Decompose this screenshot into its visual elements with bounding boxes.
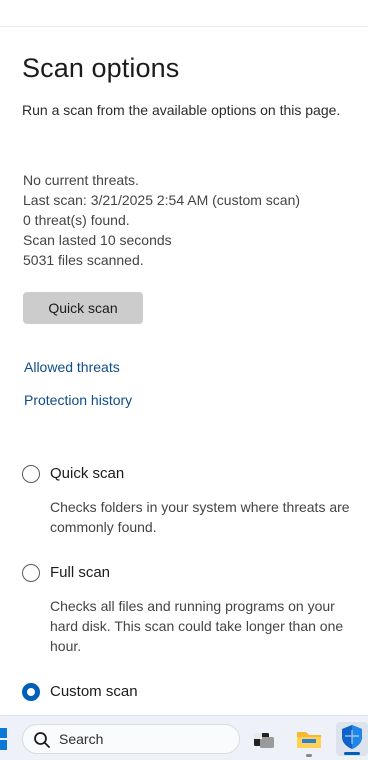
- quick-scan-description: Checks folders in your system where thre…: [50, 499, 350, 535]
- scan-duration-text: Scan lasted 10 seconds: [23, 232, 172, 248]
- allowed-threats-link[interactable]: Allowed threats: [24, 359, 120, 375]
- protection-history-link[interactable]: Protection history: [24, 392, 132, 408]
- taskbar: Search: [0, 715, 368, 760]
- full-scan-description: Checks all files and running programs on…: [50, 598, 344, 654]
- search-icon: [33, 731, 51, 749]
- page-subtitle: Run a scan from the available options on…: [22, 102, 341, 118]
- windows-security-icon[interactable]: [336, 722, 368, 756]
- window-top-strip: [0, 0, 368, 27]
- file-explorer-icon[interactable]: [294, 724, 324, 757]
- page-title: Scan options: [22, 53, 180, 83]
- files-scanned-text: 5031 files scanned.: [23, 252, 144, 268]
- full-scan-radio[interactable]: [22, 564, 40, 582]
- running-indicator: [306, 754, 312, 757]
- custom-scan-radio[interactable]: [22, 683, 40, 701]
- quick-scan-label: Quick scan: [50, 465, 125, 482]
- search-placeholder: Search: [59, 731, 104, 747]
- last-scan-text: Last scan: 3/21/2025 2:54 AM (custom sca…: [23, 192, 301, 208]
- custom-scan-label: Custom scan: [50, 683, 138, 700]
- active-app-indicator: [344, 752, 360, 755]
- quick-scan-button[interactable]: Quick scan: [23, 292, 143, 324]
- scan-options-page: Scan options Run a scan from the availab…: [0, 27, 368, 715]
- quick-scan-radio[interactable]: [22, 465, 40, 483]
- threat-status-text: No current threats.: [23, 172, 139, 188]
- task-view-icon[interactable]: [249, 724, 279, 754]
- threats-found-text: 0 threat(s) found.: [23, 212, 130, 228]
- taskbar-search-box[interactable]: Search: [22, 724, 240, 754]
- start-icon[interactable]: [0, 728, 8, 750]
- scan-status: No current threats. Last scan: 3/21/2025…: [23, 170, 363, 270]
- full-scan-label: Full scan: [50, 564, 111, 581]
